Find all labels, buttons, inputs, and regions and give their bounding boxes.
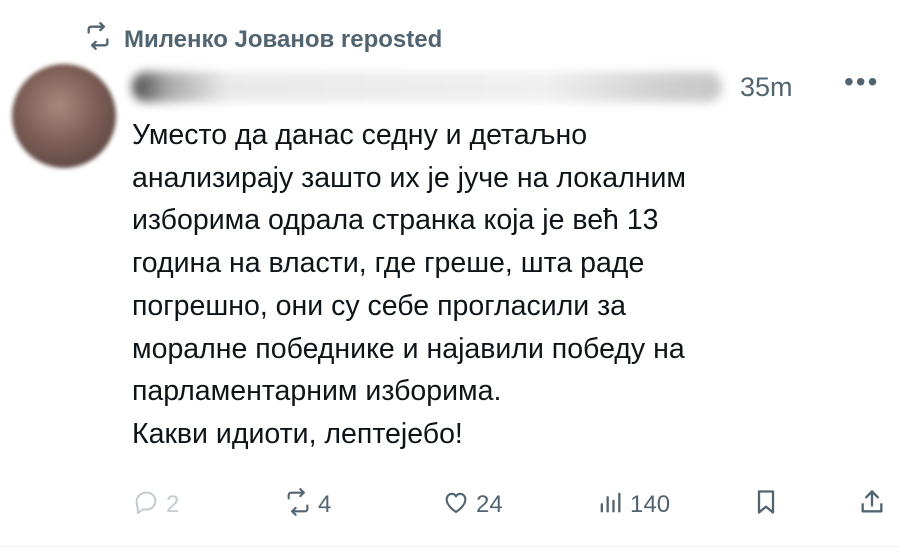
- post-text-line: Какви идиоти, лептејебо!: [132, 417, 463, 450]
- bookmark-button[interactable]: [752, 482, 780, 528]
- reply-count: 2: [166, 491, 180, 518]
- post-text: Уместо да данас седну и детаљно анализир…: [132, 114, 882, 456]
- post-text-line: година на власти, где греше, шта раде: [132, 247, 645, 280]
- share-button[interactable]: [858, 482, 886, 528]
- post-header: 35m •••: [132, 66, 892, 110]
- repost-indicator[interactable]: Миленко Jованов reposted: [84, 22, 442, 57]
- repost-icon: [284, 487, 312, 523]
- post-text-line: погрешно, они су себе прогласили за: [132, 289, 627, 322]
- post-text-line: парламентарним изборима.: [132, 375, 502, 408]
- share-icon: [858, 488, 886, 523]
- divider: [0, 546, 900, 547]
- more-options-icon[interactable]: •••: [844, 66, 879, 98]
- reply-button[interactable]: 2: [132, 482, 179, 528]
- avatar[interactable]: [12, 64, 116, 168]
- post-time[interactable]: 35m: [740, 72, 793, 103]
- repost-icon: [84, 22, 112, 57]
- author-name-blurred[interactable]: [132, 72, 722, 102]
- post-text-line: Уместо да данас седну и детаљно: [132, 119, 588, 151]
- post-text-line: анализирају зашто их је јуче на локалним: [132, 161, 686, 194]
- repost-text: Миленко Jованов reposted: [124, 25, 443, 53]
- post-text-line: изборима одрала странка која је већ 13: [132, 204, 659, 237]
- like-count: 24: [476, 491, 503, 518]
- repost-count: 4: [318, 491, 332, 518]
- post-text-line: моралне победнике и најавили победу на: [132, 332, 685, 365]
- post-actions: 2 4 24 140: [126, 482, 896, 528]
- views-button[interactable]: 140: [596, 482, 670, 528]
- like-button[interactable]: 24: [442, 482, 503, 528]
- reply-icon: [132, 488, 160, 523]
- views-icon: [596, 488, 624, 523]
- bookmark-icon: [752, 488, 780, 523]
- repost-button[interactable]: 4: [284, 482, 331, 528]
- views-count: 140: [630, 491, 671, 518]
- heart-icon: [442, 488, 470, 523]
